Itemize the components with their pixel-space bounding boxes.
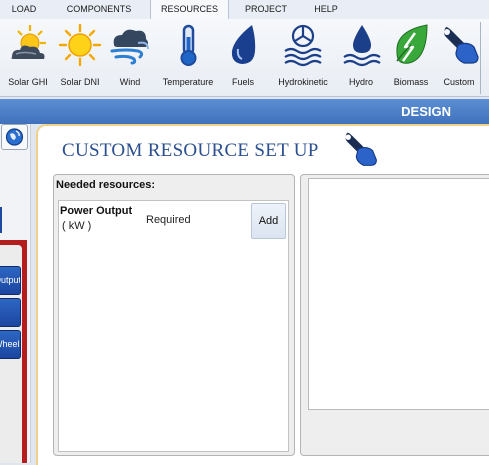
resource-unit: ( kW ) <box>62 220 92 232</box>
left-blank-button[interactable] <box>0 298 21 327</box>
left-output-button[interactable]: Output <box>0 266 21 295</box>
resources-ribbon: Solar GHI Solar DNI Wind Temperature Fue… <box>0 19 489 97</box>
wind-button[interactable]: Wind <box>106 23 154 87</box>
solar-ghi-button[interactable]: Solar GHI <box>2 23 54 87</box>
solar-dni-label: Solar DNI <box>60 77 100 87</box>
solar-dni-button[interactable]: Solar DNI <box>55 23 105 87</box>
custom-label: Custom <box>443 77 475 87</box>
menu-components[interactable]: COMPONENTS <box>52 0 146 19</box>
thermometer-icon <box>180 24 197 66</box>
menu-project[interactable]: PROJECT <box>234 0 298 19</box>
menu-help[interactable]: HELP <box>303 0 349 19</box>
hydrokinetic-button[interactable]: Hydrokinetic <box>268 23 338 87</box>
globe-button[interactable] <box>1 124 28 150</box>
hydro-label: Hydro <box>348 77 373 87</box>
design-strip: DESIGN <box>0 99 489 124</box>
needed-resources-heading: Needed resources: <box>56 179 156 191</box>
biomass-label: Biomass <box>393 77 429 87</box>
wind-label: Wind <box>119 77 141 87</box>
left-wheel-button[interactable]: Wheel <box>0 330 21 359</box>
page-title: CUSTOM RESOURCE SET UP <box>62 140 319 161</box>
globe-icon <box>5 128 24 146</box>
leaf-icon <box>396 24 428 64</box>
biomass-button[interactable]: Biomass <box>386 23 436 87</box>
wind-cloud-icon <box>110 29 149 65</box>
left-button-area: Output Wheel <box>0 245 22 463</box>
resource-name: Power Output <box>60 205 133 217</box>
menu-resources[interactable]: RESOURCES <box>150 0 229 20</box>
hydrokinetic-label: Hydrokinetic <box>278 77 328 87</box>
fuels-label: Fuels <box>231 77 254 87</box>
temperature-label: Temperature <box>162 77 214 87</box>
wrench-hand-icon <box>345 132 377 166</box>
menu-bar: LOAD COMPONENTS RESOURCES PROJECT HELP <box>0 0 489 20</box>
temperature-button[interactable]: Temperature <box>155 23 221 87</box>
wrench-hand-icon <box>444 27 479 64</box>
add-resource-button[interactable]: Add <box>251 203 286 239</box>
fuel-drop-icon <box>231 25 256 64</box>
custom-button[interactable]: Custom <box>438 23 480 87</box>
resource-detail-area[interactable] <box>308 178 489 410</box>
ribbon-separator <box>480 22 481 94</box>
left-selection-marker <box>0 207 2 233</box>
sun-icon <box>58 23 102 67</box>
water-drop-icon <box>343 25 381 67</box>
menu-load[interactable]: LOAD <box>2 0 46 19</box>
design-label[interactable]: DESIGN <box>401 99 451 124</box>
hydro-button[interactable]: Hydro <box>340 23 382 87</box>
resource-status: Required <box>146 214 191 226</box>
solar-ghi-label: Solar GHI <box>8 77 48 87</box>
hydrokinetic-icon <box>284 24 322 67</box>
sun-cloud-icon <box>11 25 46 59</box>
fuels-button[interactable]: Fuels <box>222 23 264 87</box>
